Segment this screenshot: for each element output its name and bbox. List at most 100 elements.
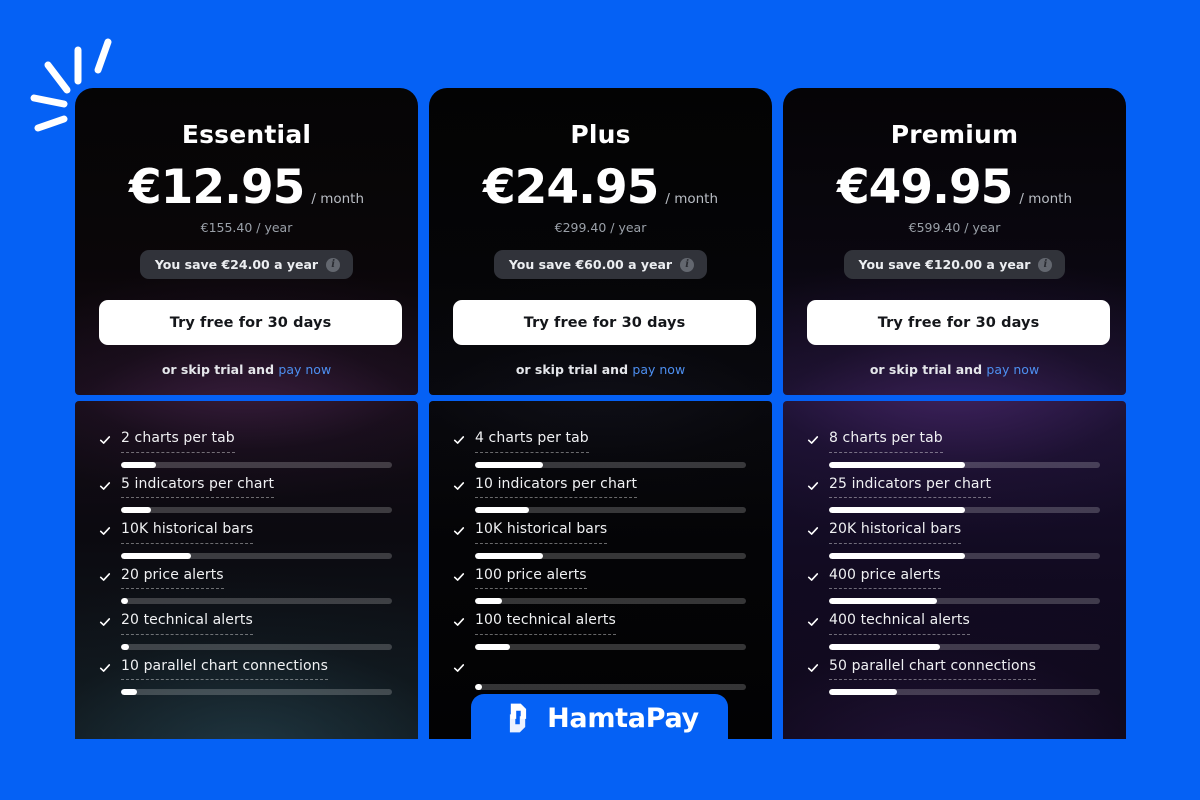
plan-card-premium: Premium €49.95 / month €599.40 / year Yo… <box>783 88 1126 739</box>
feature-label: 400 technical alerts <box>829 612 970 635</box>
info-icon[interactable]: i <box>680 257 695 272</box>
feature-progress-track <box>475 683 746 690</box>
info-icon[interactable]: i <box>326 257 341 272</box>
try-free-button[interactable]: Try free for 30 days <box>453 300 756 346</box>
feature-label: 10 parallel chart connections <box>121 658 328 680</box>
feature-top: 10 indicators per chart <box>453 476 746 498</box>
check-icon <box>453 572 465 581</box>
try-free-button[interactable]: Try free for 30 days <box>99 300 402 346</box>
feature-item: 50 parallel chart connections <box>807 658 1100 695</box>
price-period: / month <box>311 191 365 207</box>
feature-label: 100 technical alerts <box>475 612 616 635</box>
plan-features-premium: 8 charts per tab 25 indicators per chart… <box>783 401 1126 739</box>
check-icon <box>99 436 111 444</box>
feature-item: 20K historical bars <box>807 521 1100 559</box>
feature-label: 20 technical alerts <box>121 612 253 635</box>
hamta-pay-watermark: HamtaPay <box>471 694 728 744</box>
feature-progress-fill <box>829 689 897 695</box>
savings-text: You save €120.00 a year <box>858 257 1031 273</box>
price-amount: €12.95 <box>128 160 305 215</box>
feature-top: 100 technical alerts <box>453 612 746 635</box>
plan-title: Essential <box>181 120 312 149</box>
feature-top: 25 indicators per chart <box>807 476 1100 498</box>
feature-item <box>453 658 746 690</box>
check-icon <box>99 663 111 672</box>
feature-item: 400 technical alerts <box>807 612 1100 650</box>
skip-trial-prefix: or skip trial and <box>161 362 275 378</box>
check-icon <box>453 527 465 535</box>
feature-label: 20 price alerts <box>121 567 224 589</box>
feature-progress-track <box>121 689 392 695</box>
feature-progress-track <box>829 461 1100 468</box>
feature-label: 10K historical bars <box>121 521 254 544</box>
price-yearly: €299.40 / year <box>554 220 647 236</box>
feature-progress-fill <box>121 643 130 650</box>
savings-badge: You save €120.00 a year i <box>843 250 1066 280</box>
check-icon <box>807 436 819 444</box>
feature-top: 50 parallel chart connections <box>807 658 1100 680</box>
feature-progress-fill <box>475 552 543 559</box>
price-row: €24.95 / month <box>453 163 748 213</box>
feature-progress-track <box>475 598 746 604</box>
check-icon <box>99 618 111 626</box>
feature-item: 400 price alerts <box>807 567 1100 604</box>
feature-item: 100 price alerts <box>453 567 746 604</box>
feature-top: 8 charts per tab <box>807 430 1100 453</box>
feature-top: 20 price alerts <box>99 567 392 589</box>
feature-progress-fill <box>829 643 941 650</box>
feature-progress-fill <box>829 598 938 604</box>
feature-progress-track <box>829 598 1100 604</box>
feature-top: 10K historical bars <box>453 521 746 544</box>
pay-now-link[interactable]: pay now <box>986 362 1039 377</box>
feature-progress-track <box>121 643 392 650</box>
pay-now-link[interactable]: pay now <box>278 362 331 377</box>
feature-progress-fill <box>829 461 965 468</box>
feature-progress-fill <box>121 552 192 559</box>
pay-now-link[interactable]: pay now <box>632 362 685 377</box>
check-icon <box>807 527 819 535</box>
feature-item: 10K historical bars <box>453 521 746 559</box>
plan-card-plus: Plus €24.95 / month €299.40 / year You s… <box>429 88 772 739</box>
check-icon <box>453 618 465 626</box>
feature-item: 4 charts per tab <box>453 430 746 468</box>
feature-label: 20K historical bars <box>829 521 962 544</box>
feature-top: 10 parallel chart connections <box>99 658 392 680</box>
plan-header-premium: Premium €49.95 / month €599.40 / year Yo… <box>783 88 1126 395</box>
feature-label: 4 charts per tab <box>475 430 589 453</box>
feature-item: 10 indicators per chart <box>453 476 746 513</box>
info-icon[interactable]: i <box>1038 257 1053 272</box>
check-icon <box>99 481 111 490</box>
price-period: / month <box>665 191 719 207</box>
feature-progress-fill <box>475 507 530 513</box>
feature-top: 400 technical alerts <box>807 612 1100 635</box>
feature-progress-fill <box>829 552 965 559</box>
feature-label: 8 charts per tab <box>829 430 943 453</box>
savings-badge: You save €24.00 a year i <box>139 250 354 280</box>
check-icon <box>99 527 111 535</box>
try-free-button[interactable]: Try free for 30 days <box>807 300 1110 346</box>
feature-item: 25 indicators per chart <box>807 476 1100 513</box>
feature-item: 10K historical bars <box>99 521 392 559</box>
feature-label: 25 indicators per chart <box>829 476 992 498</box>
feature-progress-track <box>475 461 746 468</box>
check-icon <box>807 663 819 672</box>
feature-progress-fill <box>475 461 543 468</box>
feature-top: 4 charts per tab <box>453 430 746 453</box>
plan-features-plus: 4 charts per tab 10 indicators per chart… <box>429 401 772 739</box>
pricing-plans-grid: Essential €12.95 / month €155.40 / year … <box>75 88 1125 739</box>
savings-text: You save €24.00 a year <box>154 257 319 273</box>
feature-top: 5 indicators per chart <box>99 476 392 498</box>
plan-header-essential: Essential €12.95 / month €155.40 / year … <box>75 88 418 395</box>
hamta-pay-logo <box>510 703 527 733</box>
check-icon <box>99 572 111 581</box>
savings-text: You save €60.00 a year <box>508 257 673 273</box>
feature-progress-fill <box>121 507 151 513</box>
feature-item: 10 parallel chart connections <box>99 658 392 695</box>
feature-top: 400 price alerts <box>807 567 1100 589</box>
feature-top <box>453 658 746 675</box>
price-yearly: €155.40 / year <box>200 220 293 236</box>
feature-progress-fill <box>121 598 128 604</box>
skip-trial-prefix: or skip trial and <box>869 362 983 378</box>
feature-item: 8 charts per tab <box>807 430 1100 468</box>
price-row: €49.95 / month <box>807 163 1102 213</box>
